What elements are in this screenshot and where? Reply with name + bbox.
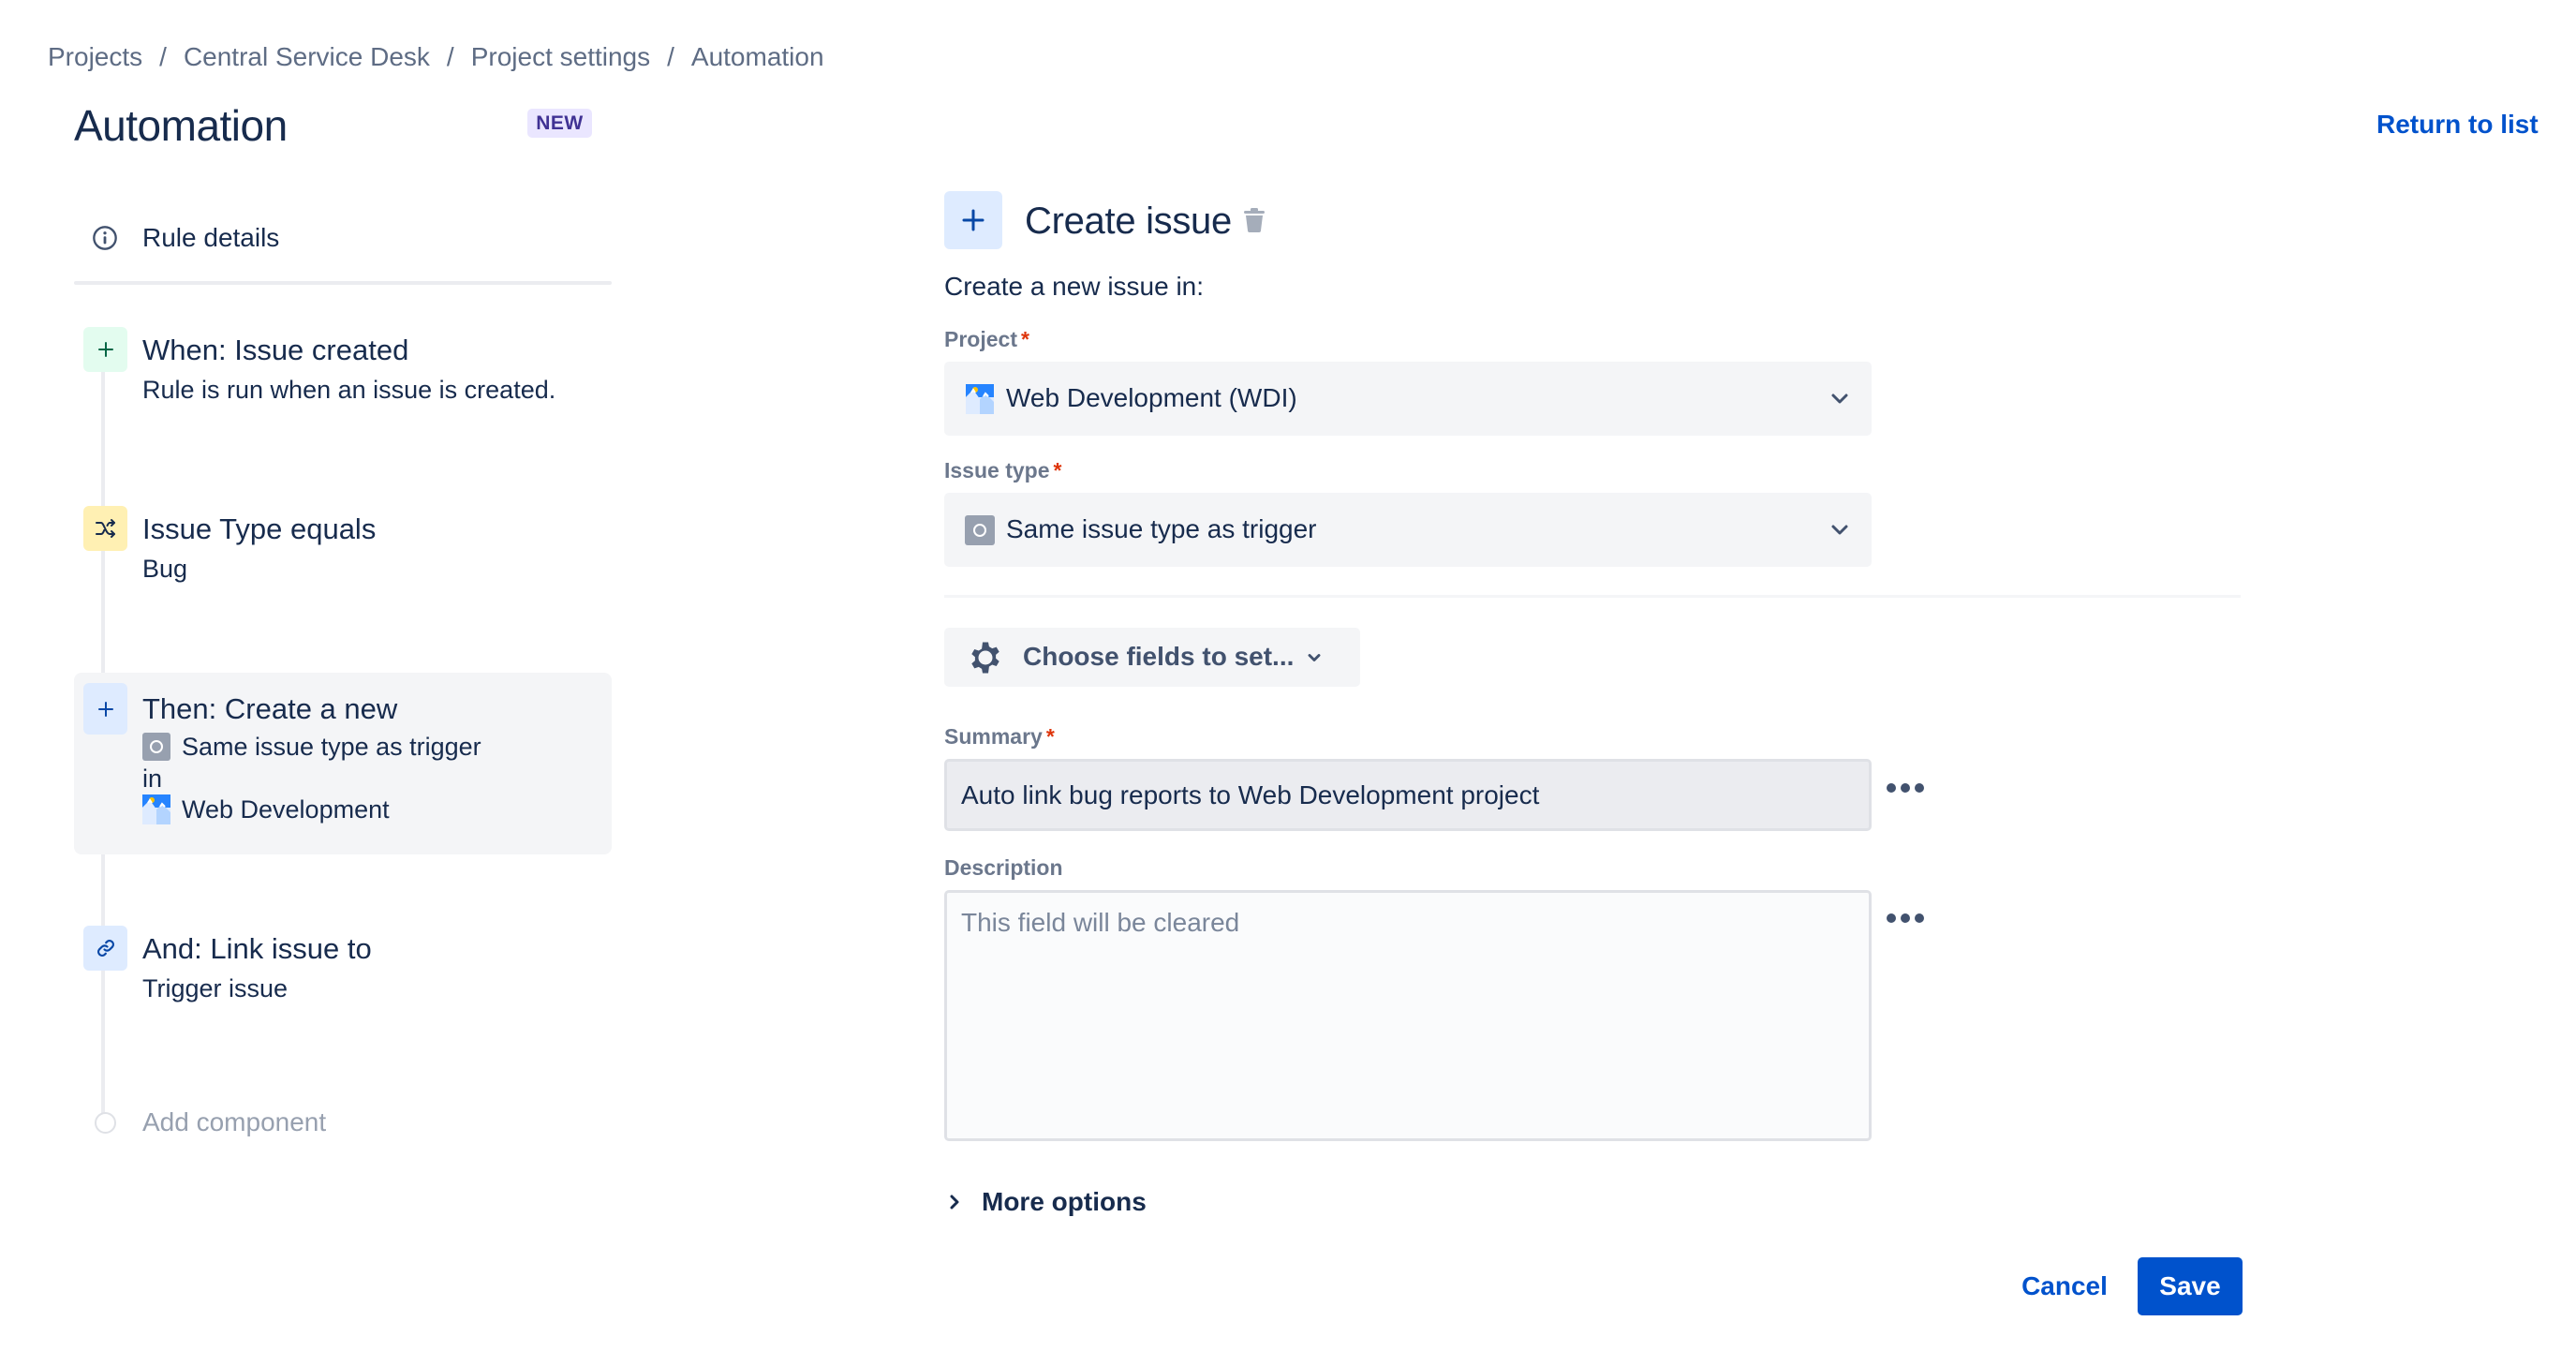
add-component-button[interactable]: Add component bbox=[74, 1106, 449, 1139]
condition-icon-box bbox=[83, 506, 127, 551]
summary-more-actions-button[interactable] bbox=[1887, 781, 1924, 794]
dot bbox=[1915, 783, 1924, 793]
create-issue-intro: Create a new issue in: bbox=[944, 272, 1205, 301]
more-options-label: More options bbox=[982, 1187, 1147, 1216]
description-label: Description bbox=[944, 854, 1063, 882]
breadcrumb: Projects / Central Service Desk / Projec… bbox=[48, 39, 824, 75]
save-button[interactable]: Save bbox=[2138, 1257, 2243, 1315]
step-description: Trigger issue bbox=[142, 974, 289, 1002]
chevron-down-icon bbox=[1831, 393, 1848, 404]
dot bbox=[1901, 913, 1910, 923]
issue-type-icon bbox=[142, 733, 170, 761]
issue-type-select-value: Same issue type as trigger bbox=[1006, 514, 1317, 543]
page-title: Automation bbox=[74, 101, 288, 150]
dot bbox=[1915, 913, 1924, 923]
issue-type-label: Issue type * bbox=[944, 456, 1061, 484]
issue-type-label-text: Issue type bbox=[944, 458, 1050, 482]
breadcrumb-central-service-desk[interactable]: Central Service Desk bbox=[184, 42, 430, 72]
breadcrumb-project-settings[interactable]: Project settings bbox=[471, 42, 650, 72]
cancel-button[interactable]: Cancel bbox=[2005, 1257, 2124, 1315]
summary-label: Summary * bbox=[944, 722, 1055, 750]
empty-circle-icon bbox=[95, 1112, 116, 1134]
shuffle-icon bbox=[95, 519, 115, 538]
dot bbox=[1901, 783, 1910, 793]
project-label-text: Project bbox=[944, 327, 1017, 351]
dot bbox=[1887, 783, 1896, 793]
required-indicator: * bbox=[1020, 327, 1029, 351]
step-issue-type-label: Same issue type as trigger bbox=[182, 733, 481, 761]
dot bbox=[1887, 913, 1896, 923]
chevron-right-icon bbox=[950, 1195, 959, 1210]
link-icon-box bbox=[83, 926, 127, 971]
summary-label-text: Summary bbox=[944, 724, 1043, 749]
more-options-toggle[interactable]: More options bbox=[944, 1185, 1147, 1219]
project-select-value: Web Development (WDI) bbox=[1006, 383, 1297, 412]
return-to-list-link[interactable]: Return to list bbox=[2376, 108, 2539, 141]
summary-input[interactable] bbox=[944, 759, 1872, 831]
step-description: Bug bbox=[142, 555, 188, 583]
trash-icon[interactable] bbox=[1244, 208, 1265, 232]
required-indicator: * bbox=[1045, 724, 1055, 749]
step-project: Web Development bbox=[142, 794, 390, 825]
choose-fields-button[interactable]: Choose fields to set... bbox=[944, 628, 1360, 687]
required-indicator: * bbox=[1053, 458, 1062, 482]
link-icon bbox=[96, 940, 114, 957]
plus-icon bbox=[962, 209, 985, 231]
description-label-text: Description bbox=[944, 855, 1063, 880]
component-title: Create issue bbox=[1025, 200, 1232, 242]
breadcrumb-separator: / bbox=[667, 42, 674, 71]
gear-icon bbox=[971, 642, 999, 674]
rule-step-link-issue[interactable]: And: Link issue to Trigger issue bbox=[74, 917, 612, 1030]
chevron-down-icon bbox=[1831, 525, 1848, 535]
step-title: When: Issue created bbox=[142, 334, 409, 366]
chevron-down-icon bbox=[1308, 654, 1321, 661]
breadcrumb-projects[interactable]: Projects bbox=[48, 42, 142, 72]
breadcrumb-separator: / bbox=[159, 42, 167, 71]
divider bbox=[74, 281, 612, 285]
rule-step-condition[interactable]: Issue Type equals Bug bbox=[74, 497, 612, 610]
description-more-actions-button[interactable] bbox=[1887, 912, 1924, 925]
step-title: Issue Type equals bbox=[142, 512, 377, 545]
description-textarea[interactable] bbox=[944, 890, 1872, 1141]
rule-details-item[interactable]: Rule details bbox=[74, 217, 612, 259]
issue-type-icon bbox=[965, 515, 995, 545]
trigger-icon-box bbox=[83, 327, 127, 372]
project-avatar-icon bbox=[142, 794, 170, 824]
divider bbox=[944, 595, 2241, 598]
project-select[interactable]: Web Development (WDI) bbox=[944, 362, 1872, 436]
rule-step-create-issue[interactable]: Then: Create a new Same issue type as tr… bbox=[74, 673, 612, 854]
step-description: Rule is run when an issue is created. bbox=[142, 376, 556, 404]
choose-fields-label: Choose fields to set... bbox=[1023, 642, 1295, 671]
add-component-label: Add component bbox=[142, 1107, 327, 1136]
step-title: Then: Create a new bbox=[142, 692, 398, 725]
rule-step-trigger[interactable]: When: Issue created Rule is run when an … bbox=[74, 319, 612, 431]
step-issue-type: Same issue type as trigger bbox=[142, 731, 481, 763]
info-icon bbox=[93, 226, 117, 250]
plus-icon bbox=[97, 701, 113, 717]
breadcrumb-automation[interactable]: Automation bbox=[691, 42, 824, 72]
rule-details-label: Rule details bbox=[142, 223, 280, 252]
step-connector: in bbox=[142, 765, 163, 793]
plus-icon bbox=[97, 342, 113, 357]
create-issue-icon-box bbox=[944, 191, 1002, 249]
breadcrumb-separator: / bbox=[446, 42, 454, 71]
issue-type-select[interactable]: Same issue type as trigger bbox=[944, 493, 1872, 567]
project-label: Project * bbox=[944, 325, 1029, 353]
new-badge: NEW bbox=[527, 109, 592, 138]
project-avatar-icon bbox=[966, 384, 994, 414]
step-title: And: Link issue to bbox=[142, 932, 372, 965]
step-project-label: Web Development bbox=[182, 795, 390, 824]
action-icon-box bbox=[83, 683, 127, 735]
